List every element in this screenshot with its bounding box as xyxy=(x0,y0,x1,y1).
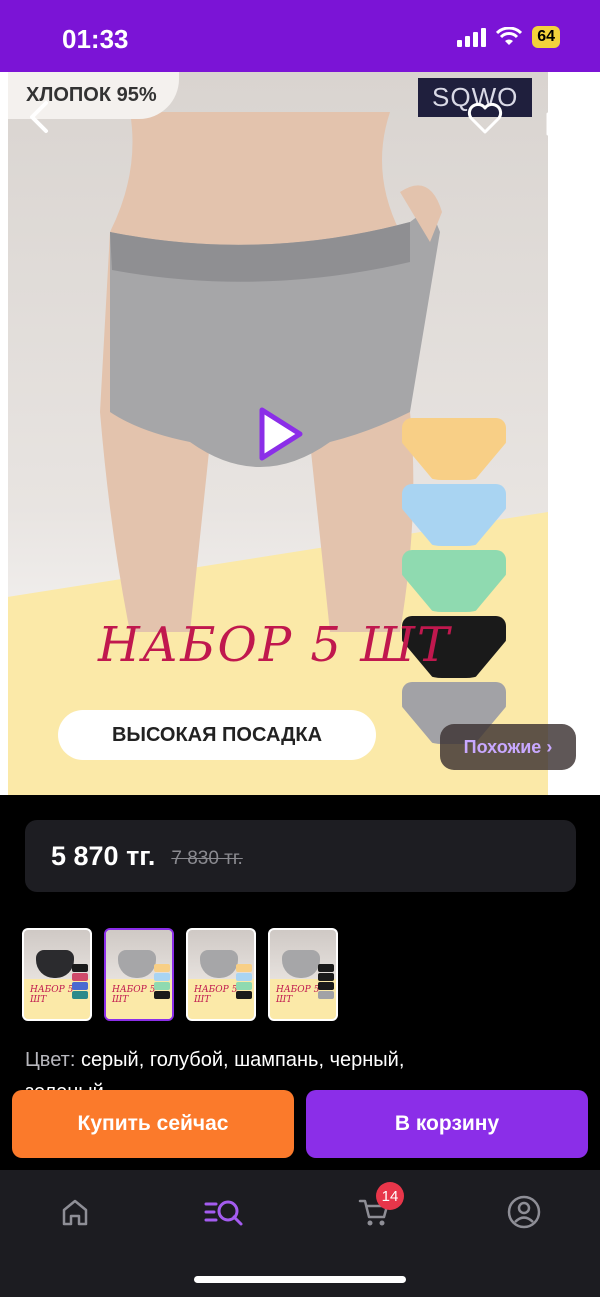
buy-now-button[interactable]: Купить сейчас xyxy=(12,1090,294,1158)
thumbnail-strip: НАБОР 5 ШТ НАБОР 5 ШТ НАБОР 5 ШТ НАБОР 5… xyxy=(22,928,338,1021)
wifi-icon xyxy=(496,27,523,45)
color-variants-stack xyxy=(402,418,512,748)
price-card: 5 870 тг. 7 830 тг. xyxy=(25,820,576,892)
home-icon xyxy=(62,1199,88,1226)
home-indicator xyxy=(194,1276,406,1283)
back-chevron-icon[interactable] xyxy=(22,97,58,137)
thumbnail[interactable]: НАБОР 5 ШТ xyxy=(186,928,256,1021)
price-old: 7 830 тг. xyxy=(171,848,243,869)
play-video-icon[interactable] xyxy=(252,404,308,464)
brief-blue xyxy=(402,484,506,546)
model-figure xyxy=(100,112,442,632)
battery-icon: 64 xyxy=(532,26,560,48)
tab-profile[interactable] xyxy=(502,1190,546,1234)
status-bar: 01:33 64 xyxy=(0,0,600,72)
image-edge xyxy=(548,72,600,795)
status-time: 01:33 xyxy=(62,24,129,54)
thumbnail[interactable]: НАБОР 5 ШТ xyxy=(22,928,92,1021)
catalog-search-icon xyxy=(204,1200,243,1226)
set-title: НАБОР 5 ШТ xyxy=(98,617,451,673)
thumbnail[interactable]: НАБОР 5 ШТ xyxy=(104,928,174,1021)
price-current: 5 870 тг. xyxy=(51,840,156,871)
color-value-line2: зеленый xyxy=(25,1076,585,1090)
color-value: серый, голубой, шампань, черный, xyxy=(80,1049,405,1071)
signal-icon xyxy=(457,27,487,47)
thumbnail[interactable]: НАБОР 5 ШТ xyxy=(268,928,338,1021)
heart-icon[interactable] xyxy=(466,100,504,136)
similar-button[interactable]: Похожие › xyxy=(440,724,576,770)
status-icons: 64 xyxy=(457,26,560,48)
brief-champagne xyxy=(402,418,506,480)
fit-label: ВЫСОКАЯ ПОСАДКА xyxy=(58,710,376,760)
cart-count-badge: 14 xyxy=(376,1182,404,1210)
tab-home[interactable] xyxy=(53,1190,97,1234)
color-info: Цвет: серый, голубой, шампань, черный, xyxy=(25,1044,585,1076)
brief-green xyxy=(402,550,506,612)
color-label: Цвет: xyxy=(25,1049,76,1071)
profile-icon xyxy=(507,1195,541,1229)
tab-catalog[interactable] xyxy=(202,1190,246,1234)
product-image-gallery[interactable]: ХЛОПОК 95% SQWO НАБОР 5 ШТ ВЫСОКАЯ ПОСАД… xyxy=(0,72,600,795)
share-icon[interactable] xyxy=(544,96,580,138)
add-to-cart-button[interactable]: В корзину xyxy=(306,1090,588,1158)
